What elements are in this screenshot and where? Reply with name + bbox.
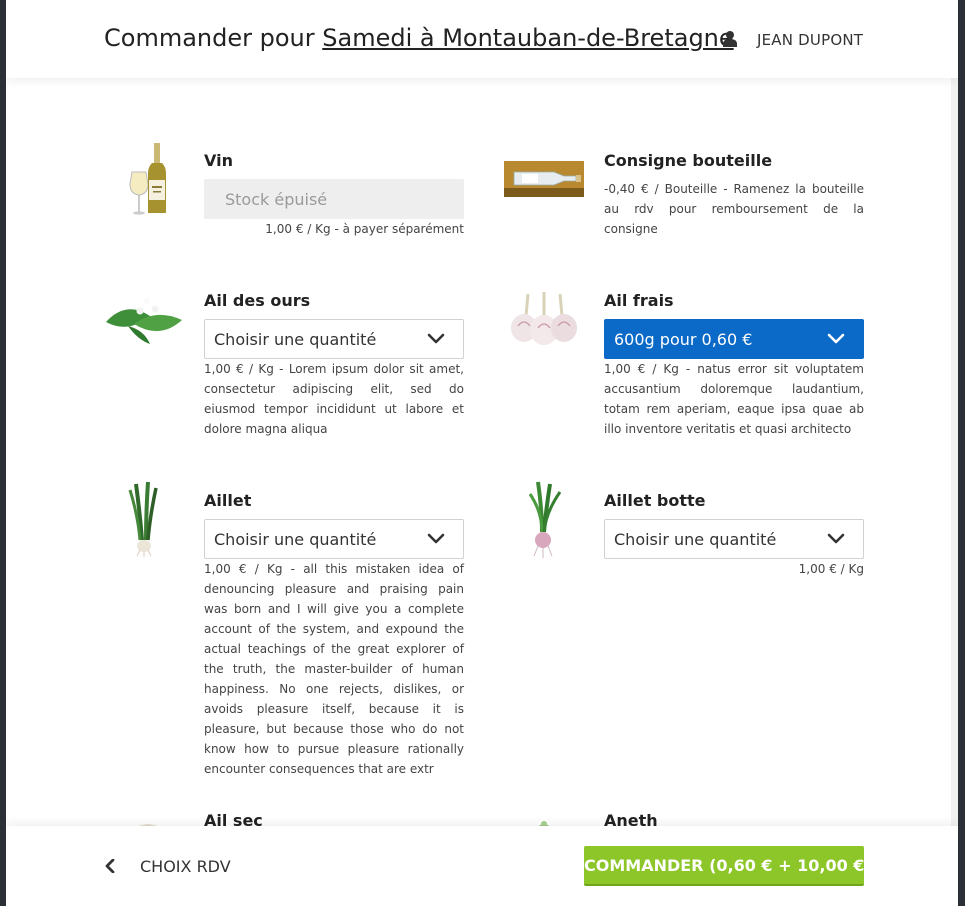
product-name-vin: Vin	[204, 151, 233, 170]
location-link[interactable]: Samedi à Montauban-de-Bretagne	[322, 24, 733, 52]
spring-garlic-image	[104, 480, 184, 560]
chevron-down-icon	[827, 533, 845, 544]
back-button-label: CHOIX RDV	[140, 857, 231, 876]
product-description-aillet-botte: 1,00 € / Kg	[798, 562, 864, 576]
scrollbar[interactable]	[951, 0, 958, 906]
quantity-select-vin: Stock épuisé	[204, 179, 464, 219]
spring-garlic-bunch-image	[504, 480, 584, 560]
user-icon[interactable]	[723, 31, 737, 47]
wild-garlic-image	[104, 280, 184, 360]
product-name-ail-des-ours: Ail des ours	[204, 291, 311, 310]
fresh-garlic-image	[504, 280, 584, 360]
product-description-ail-des-ours: 1,00 € / Kg - Lorem ipsum dolor sit amet…	[204, 362, 464, 436]
bottom-bar: CHOIX RDV COMMANDER (0,60 € + 10,00 €)	[6, 826, 958, 906]
quantity-select-ail-des-ours[interactable]: Choisir une quantité	[204, 319, 464, 359]
chevron-left-icon	[105, 859, 115, 873]
product-description-aillet: 1,00 € / Kg - all this mistaken idea of …	[204, 562, 464, 776]
quantity-select-ail-frais[interactable]: 600g pour 0,60 €	[604, 319, 864, 359]
page-title-prefix: Commander pour	[104, 24, 323, 52]
chevron-down-icon	[427, 333, 445, 344]
product-name-ail-frais: Ail frais	[604, 291, 674, 310]
chevron-down-icon	[427, 533, 445, 544]
product-name-consigne: Consigne bouteille	[604, 151, 773, 170]
wine-bottle-image	[114, 140, 194, 220]
user-name[interactable]: JEAN DUPONT	[757, 31, 863, 49]
order-button[interactable]: COMMANDER (0,60 € + 10,00 €)	[584, 846, 872, 886]
product-name-aillet: Aillet	[204, 491, 252, 510]
product-description-ail-frais: 1,00 € / Kg - natus error sit voluptatem…	[604, 362, 864, 436]
page: Vin Stock épuisé 1,00 € / Kg - à payer s…	[6, 0, 958, 906]
quantity-select-aillet-botte[interactable]: Choisir une quantité	[604, 519, 864, 559]
product-description-vin: 1,00 € / Kg - à payer séparément	[265, 222, 464, 236]
bottle-deposit-image	[504, 140, 584, 220]
top-bar: Commander pour Samedi à Montauban-de-Bre…	[6, 0, 958, 78]
page-title: Commander pour Samedi à Montauban-de-Bre…	[104, 24, 734, 52]
product-description-consigne: -0,40 € / Bouteille - Ramenez la bouteil…	[604, 182, 864, 236]
quantity-select-aillet[interactable]: Choisir une quantité	[204, 519, 464, 559]
chevron-down-icon	[827, 333, 845, 344]
product-name-aillet-botte: Aillet botte	[604, 491, 706, 510]
